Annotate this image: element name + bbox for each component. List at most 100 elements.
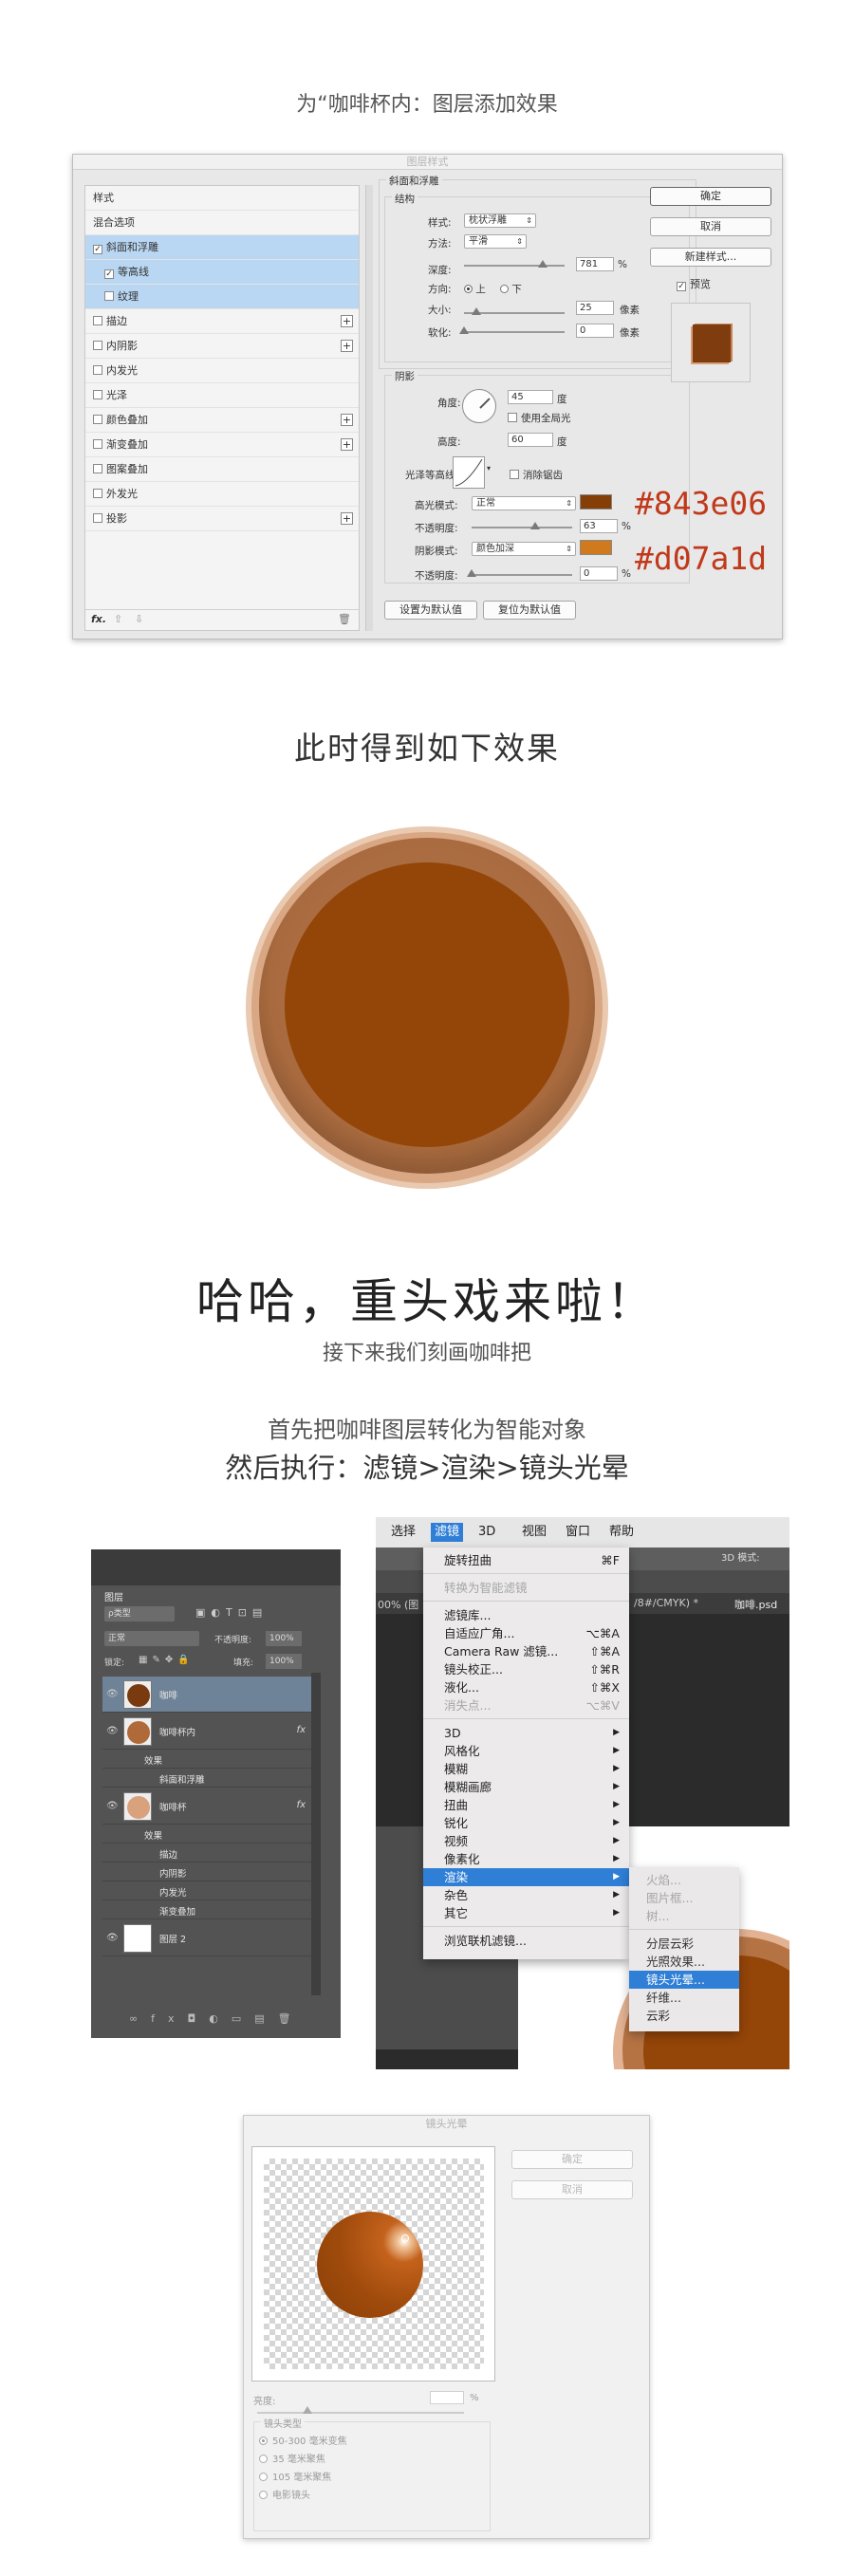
new-style-button[interactable]: 新建样式... xyxy=(650,248,771,267)
technique-select[interactable]: 平滑 ⇕ xyxy=(464,234,527,249)
antialias-checkbox[interactable]: 消除锯齿 xyxy=(510,468,563,482)
shadow-mode-select[interactable]: 颜色加深 ⇕ xyxy=(472,542,576,556)
render-submenu-item[interactable]: 镜头光晕... xyxy=(629,1971,739,1989)
render-submenu-item[interactable]: 树... xyxy=(629,1907,739,1925)
kind-filter[interactable]: ρ类型 xyxy=(104,1606,175,1622)
visibility-eye-icon[interactable]: 👁 xyxy=(106,1726,119,1736)
add-style-icon[interactable]: + xyxy=(341,438,353,451)
menubar-item[interactable]: 3D xyxy=(474,1523,499,1542)
add-style-icon[interactable]: + xyxy=(341,340,353,352)
flare-cancel-button[interactable]: 取消 xyxy=(511,2180,633,2199)
filter-menu-item[interactable]: 扭曲 ▶ xyxy=(423,1796,629,1814)
layer-row[interactable]: 斜面和浮雕 xyxy=(102,1770,313,1788)
style-select[interactable]: 枕状浮雕 ⇕ xyxy=(464,213,536,228)
visibility-eye-icon[interactable]: 👁 xyxy=(106,1689,119,1699)
style-item-5[interactable]: 描边 + xyxy=(85,309,359,334)
highlight-mode-select[interactable]: 正常 ⇕ xyxy=(472,496,576,510)
highlight-color-swatch[interactable] xyxy=(580,494,612,510)
lock-icons[interactable]: ▦✎✥🔒 xyxy=(139,1655,195,1665)
menubar-item[interactable]: 选择 xyxy=(387,1523,419,1542)
menubar-item[interactable]: 视图 xyxy=(518,1523,550,1542)
fill-input[interactable]: 100% xyxy=(266,1654,302,1669)
style-checkbox[interactable]: ✓ xyxy=(93,245,102,254)
filter-menu-item[interactable]: 自适应广角... ⌥⌘A xyxy=(423,1624,629,1642)
layers-scrollbar[interactable] xyxy=(311,1673,321,1995)
soften-slider-thumb[interactable] xyxy=(459,326,469,334)
style-item-12[interactable]: 外发光 xyxy=(85,482,359,507)
style-checkbox[interactable] xyxy=(93,390,102,399)
global-light-checkbox[interactable]: 使用全局光 xyxy=(508,411,571,425)
doc-tab-2[interactable]: /8#/CMYK) * xyxy=(634,1597,698,1609)
visibility-eye-icon[interactable]: 👁 xyxy=(106,1801,119,1811)
filter-menu-item[interactable]: 滤镜库... xyxy=(423,1606,629,1624)
style-item-4[interactable]: 纹理 xyxy=(85,285,359,309)
contour-dropdown-icon[interactable]: ▾ xyxy=(487,464,491,473)
style-item-1[interactable]: 混合选项 xyxy=(85,211,359,235)
preview-checkbox[interactable]: ✓ 预览 xyxy=(677,276,711,291)
style-checkbox[interactable]: ✓ xyxy=(104,269,114,279)
filter-menu-item[interactable]: 渲染 ▶ xyxy=(423,1868,629,1886)
filter-menu-item[interactable]: 模糊 ▶ xyxy=(423,1760,629,1778)
filter-menu-item[interactable]: 风格化 ▶ xyxy=(423,1742,629,1760)
size-slider-thumb[interactable] xyxy=(472,307,481,315)
style-checkbox[interactable] xyxy=(93,439,102,449)
add-style-icon[interactable]: + xyxy=(341,414,353,426)
style-checkbox[interactable] xyxy=(93,513,102,523)
layer-row[interactable]: 👁 图层 2 xyxy=(102,1920,313,1956)
render-submenu-item[interactable]: 云彩 xyxy=(629,2007,739,2025)
lens-type-radio[interactable]: 105 毫米聚焦 xyxy=(259,2469,331,2483)
size-input[interactable]: 25 xyxy=(576,301,614,315)
filter-menu-item[interactable]: 模糊画廊 ▶ xyxy=(423,1778,629,1796)
angle-input[interactable]: 45 xyxy=(508,390,553,404)
layer-fx-icon[interactable]: fx xyxy=(297,1800,306,1810)
style-checkbox[interactable] xyxy=(93,489,102,498)
filter-menu-item[interactable]: 3D ▶ xyxy=(423,1724,629,1742)
lens-type-radio[interactable]: 电影镜头 xyxy=(259,2487,310,2501)
render-submenu-item[interactable]: 纤维... xyxy=(629,1989,739,2007)
flare-ok-button[interactable]: 确定 xyxy=(511,2150,633,2169)
filter-menu-item[interactable]: 镜头校正... ⇧⌘R xyxy=(423,1660,629,1678)
layer-row[interactable]: 效果 xyxy=(102,1751,313,1769)
filter-icons[interactable]: ▣◐T⊡▤ xyxy=(195,1606,268,1619)
layer-row[interactable]: 内阴影 xyxy=(102,1863,313,1881)
direction-down-radio[interactable]: 下 xyxy=(500,282,522,296)
altitude-input[interactable]: 60 xyxy=(508,433,553,447)
shadow-opacity-thumb[interactable] xyxy=(467,569,476,577)
depth-input[interactable]: 781 xyxy=(576,257,614,271)
filter-menu-item[interactable]: 像素化 ▶ xyxy=(423,1850,629,1868)
move-down-icon[interactable]: ⇩ xyxy=(135,613,143,625)
filter-menu-item[interactable]: 视频 ▶ xyxy=(423,1832,629,1850)
trash-icon[interactable]: 🗑 xyxy=(338,613,351,625)
filter-menu-item[interactable]: 消失点... ⌥⌘V xyxy=(423,1696,629,1714)
render-submenu-item[interactable]: 光照效果... xyxy=(629,1953,739,1971)
angle-dial[interactable] xyxy=(462,389,496,423)
style-checkbox[interactable] xyxy=(93,415,102,424)
highlight-opacity-input[interactable]: 63 xyxy=(580,519,618,533)
filter-menu-item[interactable]: 其它 ▶ xyxy=(423,1904,629,1922)
menubar-item[interactable]: 滤镜 xyxy=(431,1523,464,1542)
style-item-2[interactable]: ✓ 斜面和浮雕 xyxy=(85,235,359,260)
filter-menu-item[interactable]: 旋转扭曲 ⌘F xyxy=(423,1551,629,1569)
ok-button[interactable]: 确定 xyxy=(650,187,771,206)
style-item-0[interactable]: 样式 xyxy=(85,186,359,211)
layer-row[interactable]: 效果 xyxy=(102,1825,313,1844)
add-style-icon[interactable]: + xyxy=(341,512,353,525)
doc-tab-1[interactable]: 00% (图 xyxy=(378,1597,418,1612)
style-checkbox[interactable] xyxy=(93,464,102,473)
visibility-eye-icon[interactable]: 👁 xyxy=(106,1933,119,1943)
move-up-icon[interactable]: ⇧ xyxy=(114,613,122,625)
style-item-9[interactable]: 颜色叠加 + xyxy=(85,408,359,433)
style-checkbox[interactable] xyxy=(93,316,102,325)
layer-row[interactable]: 渐变叠加 xyxy=(102,1901,313,1919)
shadow-color-swatch[interactable] xyxy=(580,540,612,555)
gloss-contour-picker[interactable] xyxy=(453,456,485,489)
layer-row[interactable]: 👁 咖啡杯 fx xyxy=(102,1788,313,1825)
filter-menu-item[interactable]: 杂色 ▶ xyxy=(423,1886,629,1904)
layers-footer-icons[interactable]: ∞fx◘◐▭▤🗑 xyxy=(129,2012,305,2025)
style-checkbox[interactable] xyxy=(104,291,114,301)
soften-input[interactable]: 0 xyxy=(576,324,614,338)
filter-menu-item[interactable]: 锐化 ▶ xyxy=(423,1814,629,1832)
brightness-input[interactable] xyxy=(430,2391,464,2404)
add-style-icon[interactable]: + xyxy=(341,315,353,327)
flare-center-crosshair[interactable] xyxy=(401,2234,409,2242)
